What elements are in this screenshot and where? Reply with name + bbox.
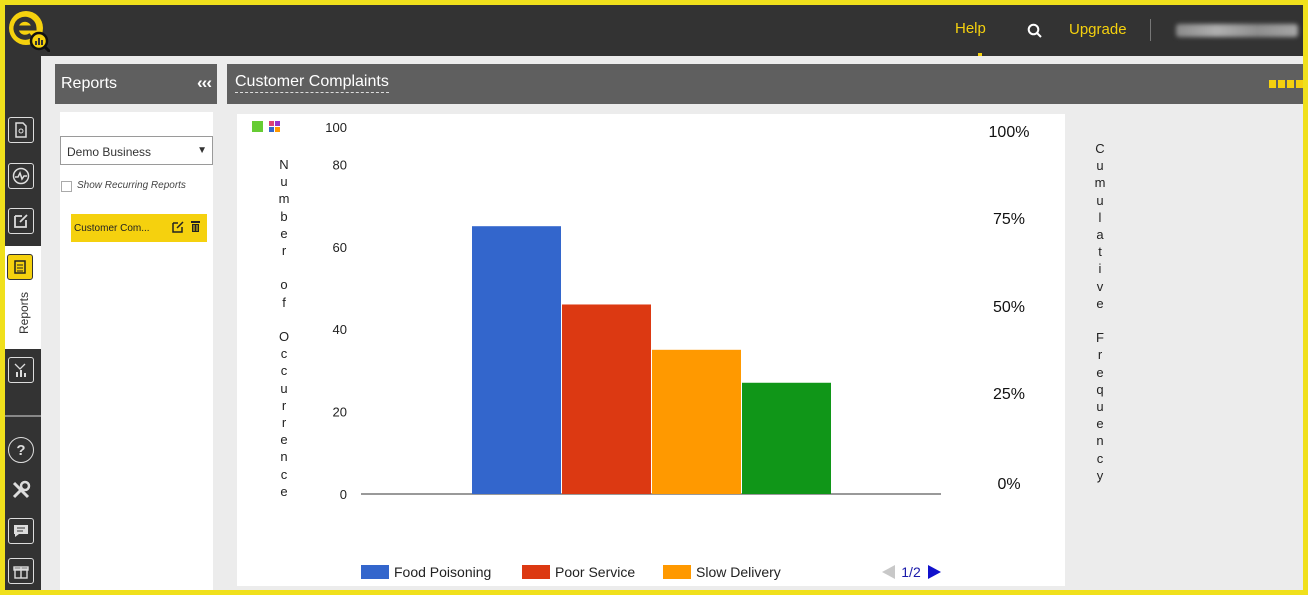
report-item-label: Customer Com... <box>74 223 150 234</box>
help-icon[interactable]: ? <box>8 437 34 463</box>
rail-separator <box>5 415 41 417</box>
reports-panel-header: Reports ‹‹‹ <box>55 64 217 104</box>
y2-tick-label: 50% <box>993 299 1025 316</box>
report-title[interactable]: Customer Complaints <box>235 73 389 93</box>
delete-report-icon[interactable] <box>190 220 201 236</box>
report-menu-icon[interactable] <box>1269 80 1303 88</box>
legend-prev-icon <box>882 565 895 579</box>
report-header: Customer Complaints <box>227 64 1303 104</box>
upgrade-link[interactable]: Upgrade <box>1069 21 1127 38</box>
chat-icon[interactable] <box>8 518 34 544</box>
topbar-divider <box>1150 19 1151 41</box>
bar-4 <box>742 382 831 494</box>
report-list-icon[interactable] <box>7 254 33 280</box>
show-recurring-checkbox[interactable] <box>61 181 72 192</box>
report-file-icon[interactable] <box>8 117 34 143</box>
y2-tick-label: 100% <box>989 124 1030 141</box>
reports-panel-title: Reports <box>61 75 118 92</box>
legend-next-icon <box>928 565 941 579</box>
business-select-value: Demo Business <box>67 145 152 159</box>
y-tick-label: 0 <box>340 487 347 502</box>
y-axis-label: N u m b e r o f O c c u r r e n c e <box>278 157 290 499</box>
chart-options-icon <box>269 127 274 132</box>
y-tick-label: 40 <box>333 322 347 337</box>
help-link[interactable]: Help <box>955 20 986 37</box>
legend-swatch <box>522 565 550 579</box>
y-tick-label: 80 <box>333 157 347 172</box>
chart-options-icon <box>269 121 274 126</box>
legend-label: Food Poisoning <box>394 564 491 580</box>
y-tick-label: 60 <box>333 240 347 255</box>
collapse-panel-icon[interactable]: ‹‹‹ <box>197 73 212 93</box>
legend-label: Slow Delivery <box>696 564 781 580</box>
show-recurring-label: Show Recurring Reports <box>77 180 186 191</box>
reports-nav-active[interactable]: Reports <box>5 246 41 349</box>
gift-icon[interactable] <box>8 558 34 584</box>
legend-label: Poor Service <box>555 564 635 580</box>
chart-options-icon <box>275 121 280 126</box>
business-select[interactable]: Demo Business ▼ <box>60 136 213 165</box>
activity-icon[interactable] <box>8 163 34 189</box>
app-logo[interactable] <box>6 8 52 54</box>
bar-2 <box>562 304 651 494</box>
bar-3 <box>652 349 741 494</box>
tools-icon[interactable] <box>8 477 34 503</box>
edit-icon[interactable] <box>8 208 34 234</box>
reports-nav-label: Reports <box>17 291 31 335</box>
y-tick-label: 100 <box>325 120 347 135</box>
y2-axis-label: C u m u l a t i v e F r e q u e n c y <box>1094 141 1106 483</box>
legend-page-label: 1/2 <box>901 564 921 580</box>
edit-report-icon[interactable] <box>172 221 184 236</box>
chart-type-icon <box>252 121 263 132</box>
bar-1 <box>472 226 561 494</box>
chart-options-icon <box>275 127 280 132</box>
legend-swatch <box>663 565 691 579</box>
y2-tick-label: 0% <box>997 476 1020 493</box>
y2-tick-label: 75% <box>993 211 1025 228</box>
y2-tick-label: 25% <box>993 386 1025 403</box>
chart-card: 0 20 40 60 80 100 0% 25% 50% 75% 100% Food Poisonin… <box>237 114 1105 586</box>
pareto-chart: 0 20 40 60 80 100 0% 25% 50% 75% 100% Food Poisonin… <box>252 120 1030 580</box>
chevron-down-icon: ▼ <box>197 145 207 156</box>
bar-chart-icon[interactable] <box>8 357 34 383</box>
search-icon[interactable] <box>1026 22 1044 40</box>
legend-swatch <box>361 565 389 579</box>
y-tick-label: 20 <box>333 405 347 420</box>
user-menu[interactable] <box>1176 24 1298 37</box>
report-list-item[interactable]: Customer Com... <box>71 214 207 242</box>
top-bar: Help Upgrade <box>0 0 1308 56</box>
